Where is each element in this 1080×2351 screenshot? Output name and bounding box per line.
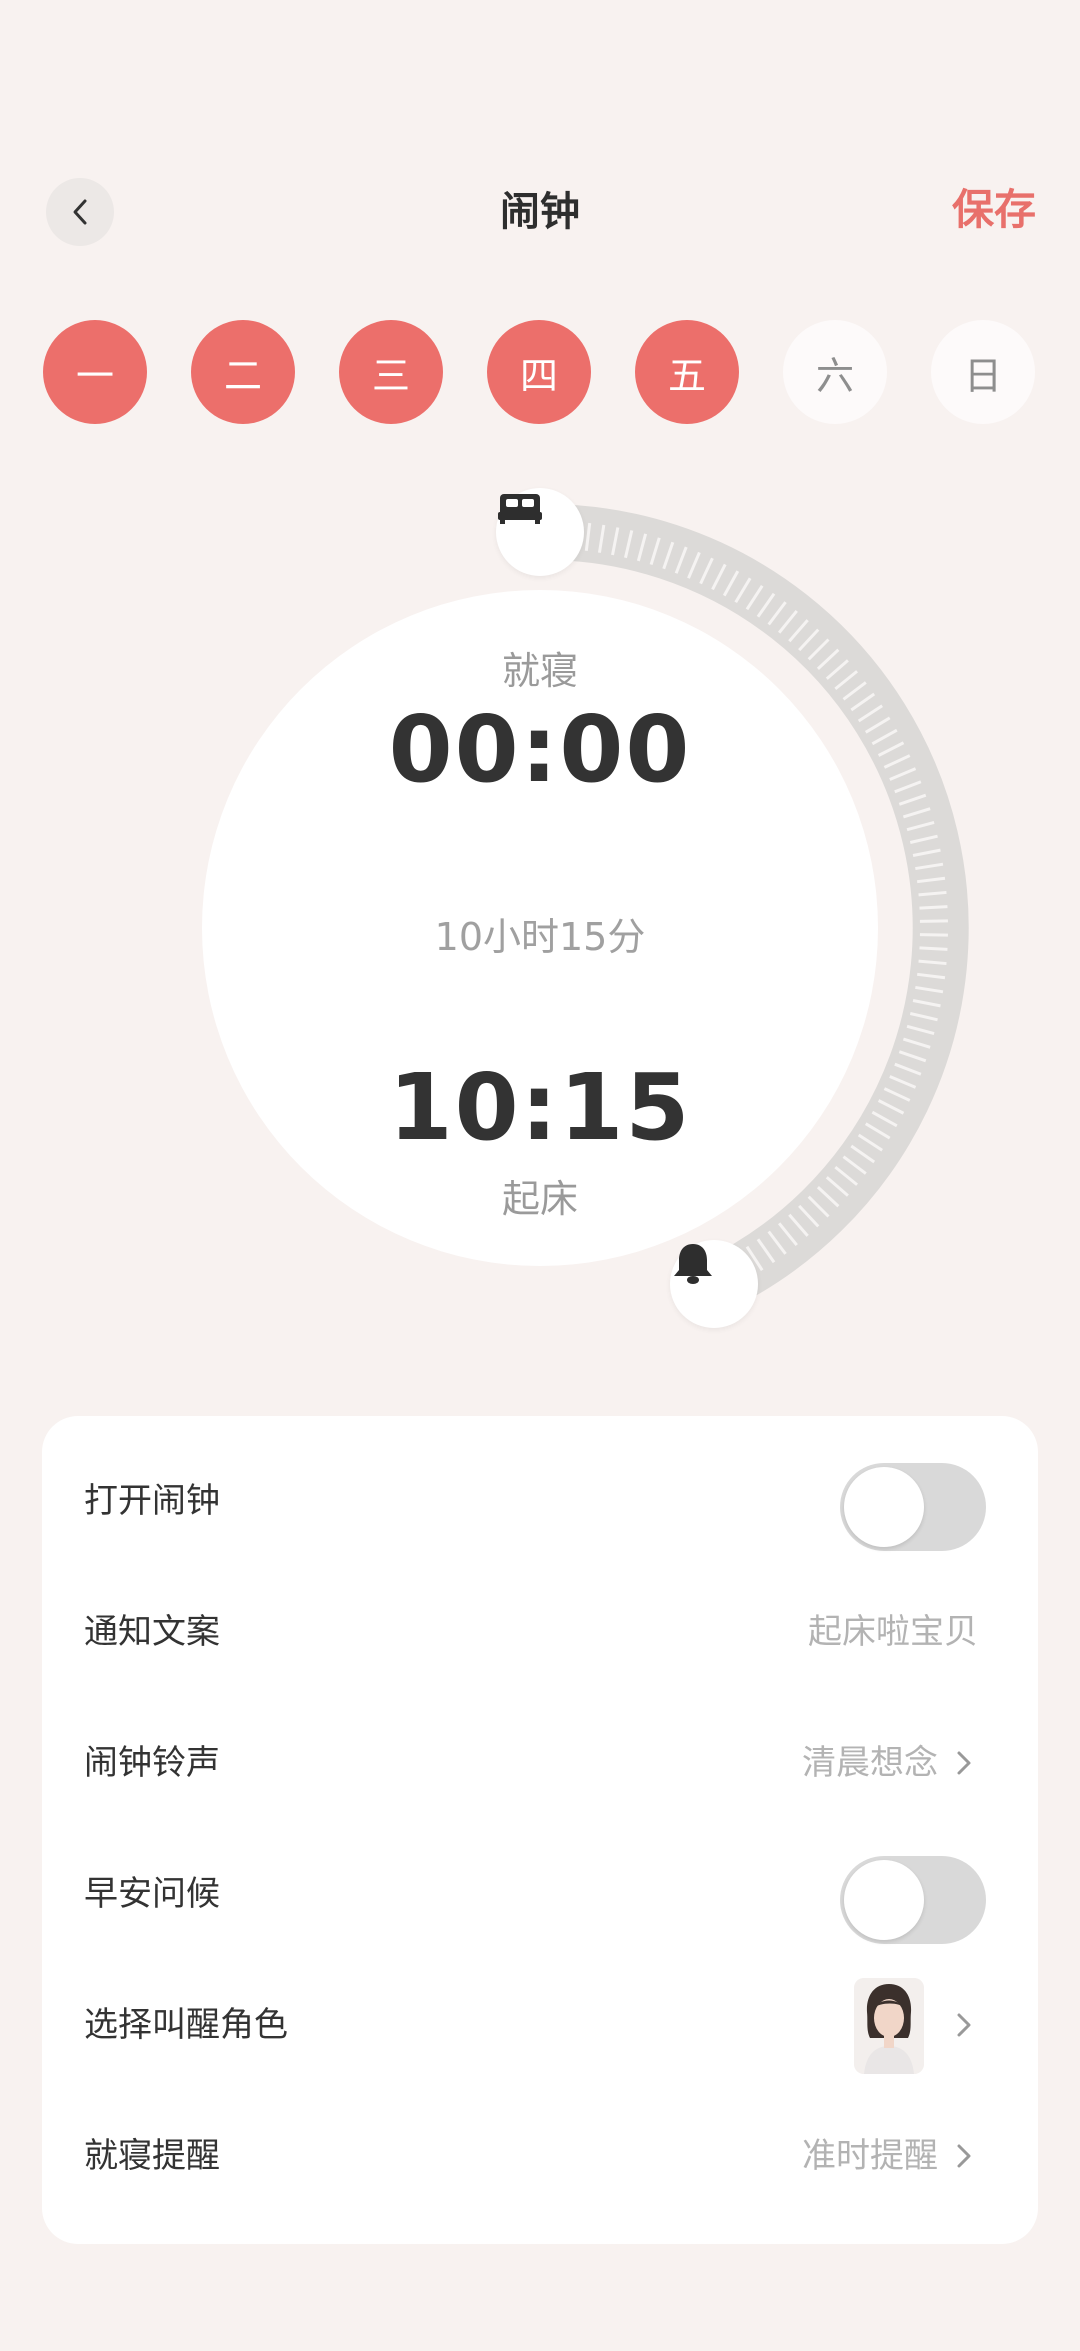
wake-label: 起床 [501, 1177, 578, 1221]
chevron-right-icon [946, 1745, 982, 1781]
sleep-label: 就寝 [501, 649, 578, 693]
day-wednesday[interactable]: 三 [339, 320, 443, 424]
day-saturday[interactable]: 六 [783, 320, 887, 424]
sleep-time: 00:00 [388, 696, 692, 803]
day-thursday[interactable]: 四 [487, 320, 591, 424]
toggle-knob [844, 1860, 924, 1940]
wake-time: 10:15 [388, 1054, 692, 1161]
row-bedtime-reminder[interactable]: 就寝提醒 准时提醒 [42, 2091, 1038, 2222]
morning-greeting-toggle[interactable] [840, 1856, 986, 1944]
row-notify-text[interactable]: 通知文案 起床啦宝贝 [42, 1567, 1038, 1698]
row-morning-greeting: 早安问候 [42, 1829, 1038, 1960]
toggle-knob [844, 1467, 924, 1547]
open-alarm-label: 打开闹钟 [84, 1481, 220, 1521]
day-tuesday[interactable]: 二 [191, 320, 295, 424]
ringtone-label: 闹钟铃声 [84, 1743, 220, 1783]
chevron-right-icon [946, 2007, 982, 2043]
day-sunday[interactable]: 日 [931, 320, 1035, 424]
notify-text-label: 通知文案 [84, 1612, 220, 1652]
notify-text-value[interactable]: 起床啦宝贝 [808, 1567, 978, 1698]
day-friday[interactable]: 五 [635, 320, 739, 424]
sleep-handle[interactable] [496, 488, 584, 576]
save-button[interactable]: 保存 [952, 182, 1036, 238]
settings-card: 打开闹钟 通知文案 起床啦宝贝 闹钟铃声 清晨想念 早安问候 选择叫醒角色 就寝… [42, 1416, 1038, 2244]
ringtone-value: 清晨想念 [802, 1743, 938, 1783]
wake-character-label: 选择叫醒角色 [84, 2005, 288, 2045]
page-title: 闹钟 [500, 189, 580, 235]
bedtime-reminder-label: 就寝提醒 [84, 2136, 220, 2176]
chevron-right-icon [946, 2138, 982, 2174]
wake-handle[interactable] [670, 1240, 758, 1328]
day-monday[interactable]: 一 [43, 320, 147, 424]
open-alarm-toggle[interactable] [840, 1463, 986, 1551]
morning-greeting-label: 早安问候 [84, 1874, 220, 1914]
row-wake-character[interactable]: 选择叫醒角色 [42, 1960, 1038, 2091]
row-ringtone[interactable]: 闹钟铃声 清晨想念 [42, 1698, 1038, 1829]
sleep-duration: 10小时15分 [434, 915, 646, 959]
row-open-alarm: 打开闹钟 [42, 1436, 1038, 1567]
weekday-selector: 一 二 三 四 五 六 日 [43, 320, 1037, 424]
character-avatar [854, 1978, 924, 2074]
bedtime-reminder-value: 准时提醒 [802, 2136, 938, 2176]
sleep-dial: 就寝 00:00 10小时15分 10:15 起床 [0, 470, 1080, 1350]
